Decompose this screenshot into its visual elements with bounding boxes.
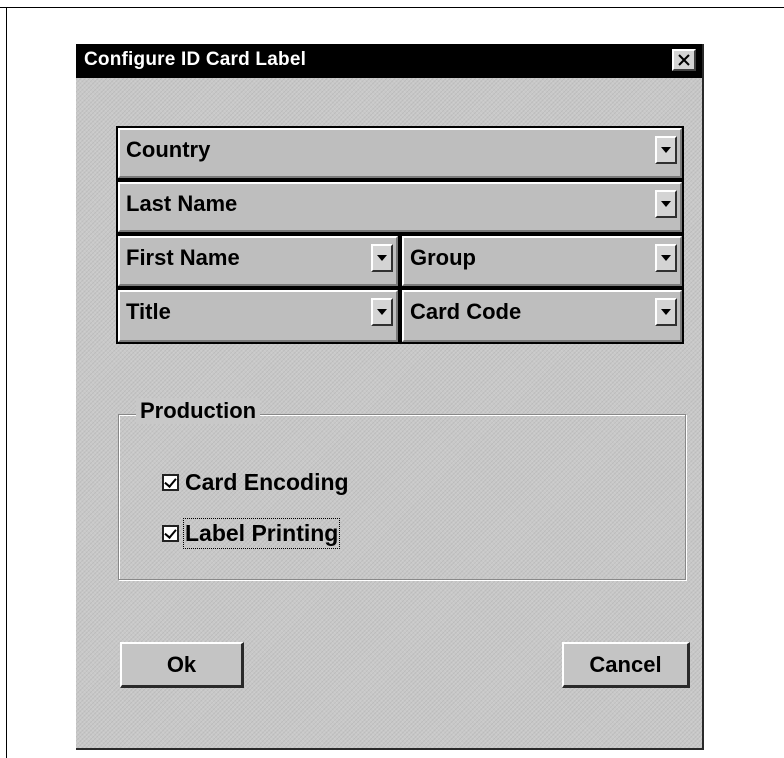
group-dropdown-value: Group xyxy=(410,245,476,270)
cancel-button[interactable]: Cancel xyxy=(562,642,690,688)
configure-id-card-label-dialog: Configure ID Card Label Country Last Nam… xyxy=(76,44,704,750)
last-name-dropdown-value: Last Name xyxy=(126,191,238,216)
chevron-down-icon[interactable] xyxy=(655,136,677,164)
field-layout-grid: Country Last Name First Name Group Title… xyxy=(116,126,684,344)
group-dropdown[interactable]: Group xyxy=(402,236,682,286)
country-dropdown[interactable]: Country xyxy=(118,128,682,178)
chevron-down-icon[interactable] xyxy=(655,298,677,326)
label-printing-label: Label Printing xyxy=(182,518,341,549)
frame-border-left xyxy=(6,7,7,758)
title-dropdown[interactable]: Title xyxy=(118,290,398,342)
card-code-dropdown-value: Card Code xyxy=(410,299,522,324)
chevron-down-icon[interactable] xyxy=(655,244,677,272)
production-legend: Production xyxy=(136,398,261,424)
first-name-dropdown[interactable]: First Name xyxy=(118,236,398,286)
label-printing-checkbox[interactable] xyxy=(162,525,179,542)
last-name-dropdown[interactable]: Last Name xyxy=(118,182,682,232)
frame-border-top xyxy=(0,7,784,8)
production-groupbox xyxy=(118,414,686,580)
chevron-down-icon[interactable] xyxy=(371,244,393,272)
card-encoding-checkbox[interactable] xyxy=(162,474,179,491)
label-printing-checkbox-row[interactable]: Label Printing xyxy=(162,518,341,549)
close-icon xyxy=(678,54,690,66)
chevron-down-icon[interactable] xyxy=(371,298,393,326)
ok-button[interactable]: Ok xyxy=(120,642,244,688)
title-bar[interactable]: Configure ID Card Label xyxy=(76,44,702,78)
card-encoding-checkbox-row[interactable]: Card Encoding xyxy=(162,469,349,496)
chevron-down-icon[interactable] xyxy=(655,190,677,218)
close-button[interactable] xyxy=(672,49,696,71)
title-dropdown-value: Title xyxy=(126,299,171,324)
card-code-dropdown[interactable]: Card Code xyxy=(402,290,682,342)
first-name-dropdown-value: First Name xyxy=(126,245,240,270)
dialog-title: Configure ID Card Label xyxy=(84,49,307,70)
country-dropdown-value: Country xyxy=(126,137,211,162)
card-encoding-label: Card Encoding xyxy=(185,469,349,495)
